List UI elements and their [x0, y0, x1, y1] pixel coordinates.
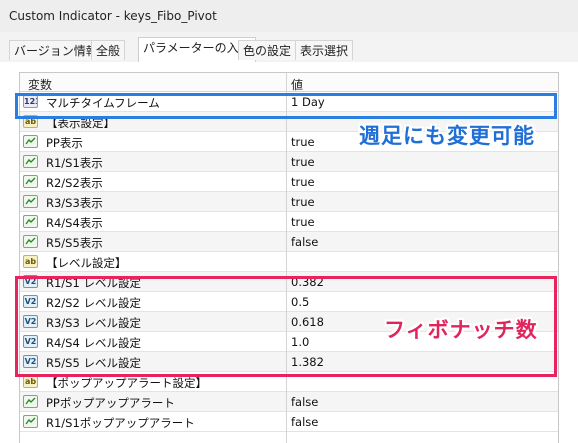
param-name: 【レベル設定】	[46, 256, 127, 270]
table-row[interactable]: R2/S2表示 true	[20, 172, 558, 192]
bool-param-icon	[23, 155, 38, 168]
bool-param-icon	[23, 195, 38, 208]
table-row[interactable]: R5/S5表示 false	[20, 232, 558, 252]
bool-param-icon	[23, 415, 38, 428]
param-value[interactable]: true	[291, 195, 315, 209]
string-param-icon: ab	[23, 255, 38, 268]
param-name: R4/S4表示	[46, 216, 103, 230]
tab-version-info[interactable]: バージョン情報	[9, 40, 103, 60]
column-separator[interactable]	[286, 73, 287, 443]
highlight-timeframe-box	[15, 93, 557, 119]
param-value[interactable]: true	[291, 215, 315, 229]
bool-param-icon	[23, 215, 38, 228]
window-title: Custom Indicator - keys_Fibo_Pivot	[9, 9, 217, 23]
param-name: R2/S2表示	[46, 176, 103, 190]
header-variable: 変数	[28, 78, 53, 92]
table-row[interactable]: R3/S3表示 true	[20, 192, 558, 212]
param-value[interactable]: true	[291, 135, 315, 149]
param-value[interactable]: true	[291, 155, 315, 169]
tab-colors[interactable]: 色の設定	[238, 40, 297, 60]
tab-bar: バージョン情報 全般 パラメーターの入力 色の設定 表示選択	[0, 32, 578, 63]
tab-general[interactable]: 全般	[91, 40, 126, 60]
bool-param-icon	[23, 235, 38, 248]
param-value[interactable]: true	[291, 175, 315, 189]
param-name: R3/S3表示	[46, 196, 103, 210]
bool-param-icon	[23, 175, 38, 188]
table-row[interactable]: R4/S4表示 true	[20, 212, 558, 232]
table-row[interactable]: R1/S1表示 true	[20, 152, 558, 172]
tab-visualization[interactable]: 表示選択	[295, 40, 354, 60]
table-row[interactable]: PPポップアップアラート false	[20, 392, 558, 412]
param-value[interactable]: false	[291, 415, 318, 429]
param-name: R5/S5表示	[46, 236, 103, 250]
table-header: 変数 値	[20, 73, 558, 92]
param-name: R1/S1ポップアップアラート	[46, 416, 195, 430]
annotation-fibonacci: フィボナッチ数	[384, 318, 538, 342]
title-bar: Custom Indicator - keys_Fibo_Pivot	[0, 0, 578, 32]
bool-param-icon	[23, 395, 38, 408]
table-row[interactable]: R1/S1ポップアップアラート false	[20, 412, 558, 432]
param-value[interactable]: false	[291, 395, 318, 409]
param-value[interactable]: false	[291, 235, 318, 249]
header-value: 値	[291, 78, 304, 92]
param-name: R1/S1表示	[46, 156, 103, 170]
bool-param-icon	[23, 135, 38, 148]
param-name: PP表示	[46, 136, 83, 150]
param-name: PPポップアップアラート	[46, 396, 175, 410]
annotation-weekly: 週足にも変更可能	[359, 124, 535, 148]
param-name: 【ポップアップアラート設定】	[46, 376, 207, 390]
table-row[interactable]: ab 【レベル設定】	[20, 252, 558, 272]
